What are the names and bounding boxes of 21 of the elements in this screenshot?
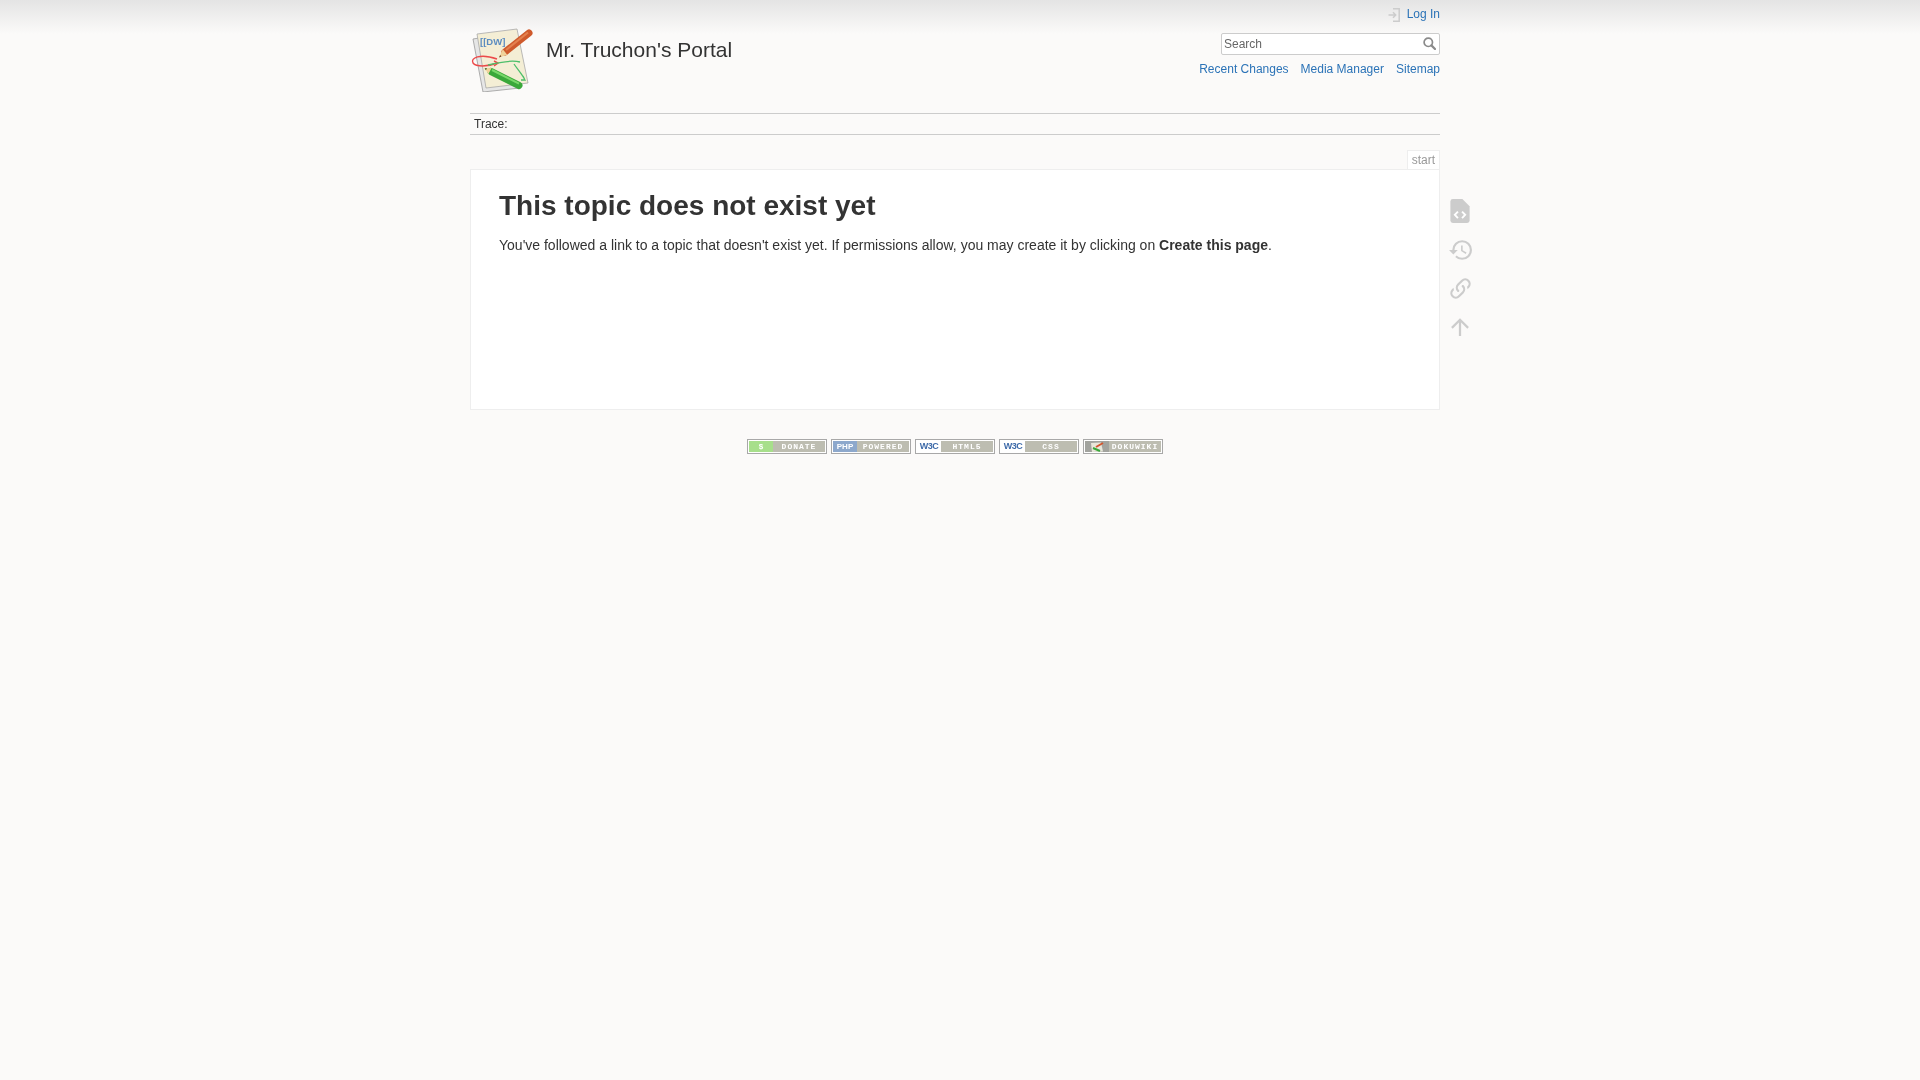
site-tools-link[interactable]: Media Manager: [1300, 61, 1384, 78]
breadcrumbs-label: Trace:: [474, 117, 508, 131]
search-icon: [1423, 37, 1436, 50]
link-icon[interactable]: [1449, 277, 1471, 299]
search-field[interactable]: Search: [1221, 33, 1440, 55]
site-tools-link[interactable]: Recent Changes: [1199, 61, 1289, 78]
page-text: You've followed a link to a topic that doesn't exist yet. If permissions allow, you may create it by clicking on Create this page.: [499, 235, 1273, 255]
page-heading: This topic does not exist yet: [499, 189, 877, 223]
w3c-badge[interactable]: W3C CSS: [999, 439, 1079, 454]
history-icon[interactable]: [1448, 239, 1472, 260]
mini-pencils-icon: [1089, 441, 1105, 452]
code-file-icon[interactable]: [1450, 199, 1470, 224]
site-tools-link[interactable]: Sitemap: [1395, 61, 1440, 78]
logo-text: [[DW]: [480, 36, 506, 47]
login-link[interactable]: Log In: [1387, 6, 1440, 23]
search-button[interactable]: [1423, 37, 1436, 50]
page-id-label: start: [1406, 150, 1440, 169]
w3c-badge[interactable]: W3C HTML5: [915, 439, 995, 454]
arrow-up-icon[interactable]: [1451, 317, 1469, 336]
login-icon: [1387, 7, 1400, 22]
site-title[interactable]: Mr. Truchon's Portal: [546, 28, 733, 62]
